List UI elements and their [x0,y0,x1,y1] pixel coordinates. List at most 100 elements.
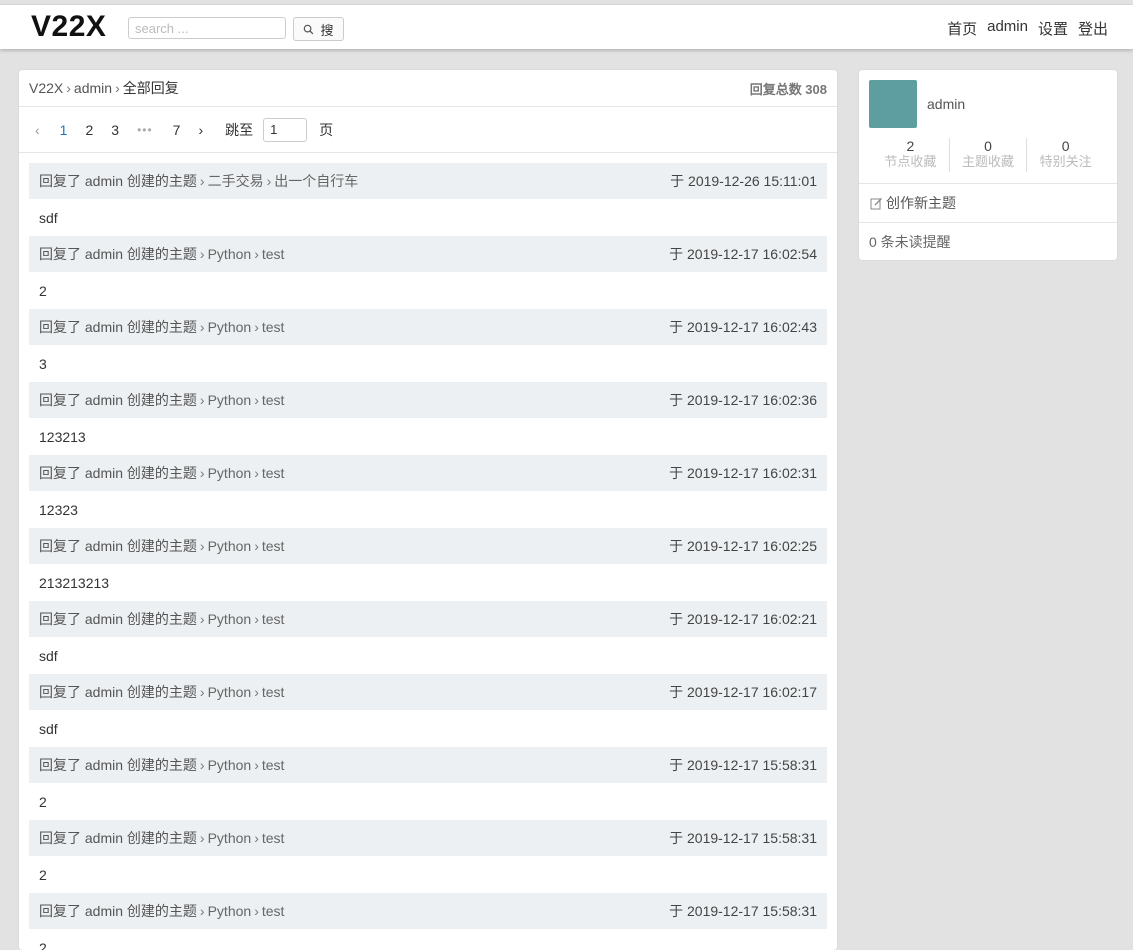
stat-topic-favorites[interactable]: 0 主题收藏 [950,138,1028,172]
reply-node-link[interactable]: Python [208,538,252,554]
notifications-link[interactable]: 0 条未读提醒 [859,222,1117,260]
reply-prefix[interactable]: 回复了 admin 创建的主题 [39,319,197,335]
page-ellipsis[interactable]: ••• [137,123,153,137]
reply-node-link[interactable]: Python [208,611,252,627]
reply-prefix[interactable]: 回复了 admin 创建的主题 [39,903,197,919]
reply-content: 2 [39,939,47,950]
reply-node-link[interactable]: Python [208,246,252,262]
reply-prefix[interactable]: 回复了 admin 创建的主题 [39,757,197,773]
reply-content: sdf [39,720,58,737]
reply-topic-link[interactable]: test [262,246,285,262]
sidebar-username[interactable]: admin [927,96,965,112]
search-button[interactable]: 搜 [293,17,344,41]
reply-topic-link[interactable]: test [262,611,285,627]
reply-content: 2 [39,866,47,883]
nav-home[interactable]: 首页 [947,18,977,39]
replies-panel: V22X › admin › 全部回复 回复总数 308 ‹ 1 2 3 ••• 7 ›… [19,70,837,950]
reply-topic-link[interactable]: test [262,319,285,335]
reply-time: 于 2019-12-17 15:58:31 [669,757,817,773]
breadcrumb-current: 全部回复 [122,80,179,96]
page-3[interactable]: 3 [111,122,119,138]
reply-topic-line: 回复了 admin 创建的主题 › Python › test [39,757,285,773]
reply-header: 回复了 admin 创建的主题 › 二手交易 › 出一个自行车 于 2019-12-26 … [29,163,827,199]
user-stats: 2 节点收藏 0 主题收藏 0 特别关注 [872,138,1104,172]
stat-node-favorites[interactable]: 2 节点收藏 [872,138,950,172]
reply-header: 回复了 admin 创建的主题 › Python › test 于 2019-12-17 … [29,236,827,272]
reply-topic-link[interactable]: test [262,538,285,554]
reply-time: 于 2019-12-17 16:02:25 [669,538,817,554]
new-topic-link[interactable]: 创作新主题 [859,183,1117,222]
reply-header: 回复了 admin 创建的主题 › Python › test 于 2019-12-17 … [29,455,827,491]
breadcrumb: V22X › admin › 全部回复 [29,80,179,96]
reply-prefix[interactable]: 回复了 admin 创建的主题 [39,465,197,481]
reply-content: 12323 [39,501,78,518]
reply-topic-link[interactable]: 出一个自行车 [274,173,358,189]
reply-time: 于 2019-12-26 15:11:01 [670,173,817,189]
reply-topic-link[interactable]: test [262,830,285,846]
avatar[interactable] [869,80,917,128]
reply-topic-link[interactable]: test [262,392,285,408]
reply-topic-link[interactable]: test [262,903,285,919]
breadcrumb-home[interactable]: V22X [29,80,63,96]
reply-time: 于 2019-12-17 16:02:17 [669,684,817,700]
reply-prefix[interactable]: 回复了 admin 创建的主题 [39,538,197,554]
reply-header: 回复了 admin 创建的主题 › Python › test 于 2019-12-17 … [29,528,827,564]
stat-label: 主题收藏 [962,154,1015,169]
reply-prefix[interactable]: 回复了 admin 创建的主题 [39,173,197,189]
stat-following[interactable]: 0 特别关注 [1027,138,1104,172]
prev-page-button[interactable]: ‹ [35,122,40,138]
reply-topic-line: 回复了 admin 创建的主题 › Python › test [39,538,285,554]
page-2[interactable]: 2 [85,122,93,138]
site-logo[interactable]: V22X [31,10,106,44]
reply-header: 回复了 admin 创建的主题 › Python › test 于 2019-12-17 … [29,309,827,345]
search-button-label: 搜 [320,23,334,39]
stat-value: 0 [1061,138,1070,154]
page-7[interactable]: 7 [173,122,181,138]
reply-content: sdf [39,209,58,226]
reply-prefix[interactable]: 回复了 admin 创建的主题 [39,611,197,627]
reply-node-link[interactable]: Python [208,830,252,846]
reply-prefix[interactable]: 回复了 admin 创建的主题 [39,684,197,700]
jump-page-input[interactable] [263,117,308,142]
reply-topic-line: 回复了 admin 创建的主题 › Python › test [39,465,285,481]
reply-time: 于 2019-12-17 15:58:31 [669,830,817,846]
reply-header: 回复了 admin 创建的主题 › Python › test 于 2019-12-17 … [29,820,827,856]
reply-node-link[interactable]: Python [208,319,252,335]
reply-prefix[interactable]: 回复了 admin 创建的主题 [39,246,197,262]
reply-header: 回复了 admin 创建的主题 › Python › test 于 2019-12-17 … [29,674,827,710]
next-page-button[interactable]: › [198,122,203,138]
reply-topic-link[interactable]: test [262,465,285,481]
reply-node-link[interactable]: 二手交易 [208,173,264,189]
reply-topic-line: 回复了 admin 创建的主题 › Python › test [39,830,285,846]
reply-content: 2 [39,793,47,810]
reply-topic-line: 回复了 admin 创建的主题 › Python › test [39,903,285,919]
breadcrumb-user[interactable]: admin [74,80,112,96]
reply-header: 回复了 admin 创建的主题 › Python › test 于 2019-12-17 … [29,893,827,929]
jump-label: 跳至 [225,121,254,138]
reply-prefix[interactable]: 回复了 admin 创建的主题 [39,830,197,846]
stat-value: 2 [906,138,915,154]
nav-user[interactable]: admin [987,18,1028,39]
reply-time: 于 2019-12-17 16:02:31 [669,465,817,481]
page-suffix: 页 [319,121,334,138]
reply-topic-link[interactable]: test [262,757,285,773]
search-icon [304,24,314,34]
reply-node-link[interactable]: Python [208,757,252,773]
reply-node-link[interactable]: Python [208,684,252,700]
reply-node-link[interactable]: Python [208,392,252,408]
edit-icon [870,197,882,209]
reply-prefix[interactable]: 回复了 admin 创建的主题 [39,392,197,408]
nav-logout[interactable]: 登出 [1078,18,1108,39]
reply-topic-line: 回复了 admin 创建的主题 › 二手交易 › 出一个自行车 [39,173,359,189]
nav-settings[interactable]: 设置 [1038,18,1068,39]
reply-content: 123213 [39,428,86,445]
reply-topic-link[interactable]: test [262,684,285,700]
reply-topic-line: 回复了 admin 创建的主题 › Python › test [39,684,285,700]
reply-topic-line: 回复了 admin 创建的主题 › Python › test [39,611,285,627]
search-input[interactable] [128,17,286,39]
page-1[interactable]: 1 [60,122,68,138]
reply-node-link[interactable]: Python [208,903,252,919]
reply-node-link[interactable]: Python [208,465,252,481]
top-nav: 首页 admin 设置 登出 [947,18,1108,39]
reply-time: 于 2019-12-17 16:02:36 [669,392,817,408]
